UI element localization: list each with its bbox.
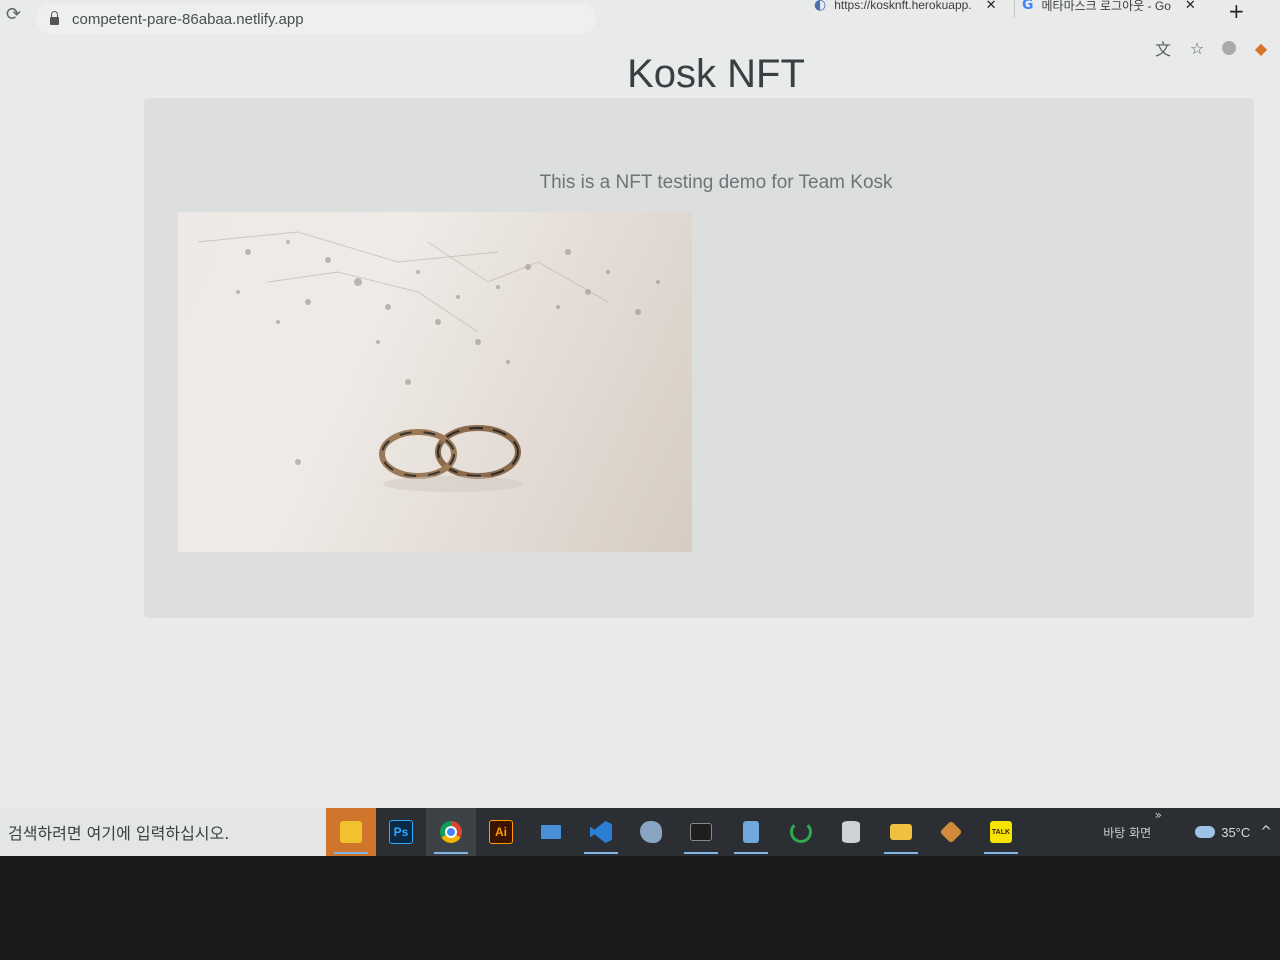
- monitor-bezel: [0, 856, 1280, 960]
- database-icon[interactable]: [826, 808, 876, 856]
- photoshop-icon[interactable]: Ps: [376, 808, 426, 856]
- page-tagline: This is a NFT testing demo for Team Kosk: [539, 172, 893, 193]
- reload-icon[interactable]: ⟳: [6, 4, 21, 25]
- temperature: 35°C: [1221, 824, 1251, 840]
- tray-chevron-up-icon[interactable]: ^: [1260, 824, 1272, 840]
- url-text: competent-pare-86abaa.netlify.app: [72, 10, 304, 28]
- this-pc-icon[interactable]: [526, 808, 576, 856]
- browser-toolbar: ⟳ competent-pare-86abaa.netlify.app 文 ☆ …: [0, 0, 1280, 59]
- cloud-icon: [1195, 826, 1216, 838]
- notepad-icon[interactable]: [726, 808, 776, 856]
- taskbar-search-box[interactable]: 검색하려면 여기에 입력하십시오.: [0, 808, 326, 856]
- windows-taskbar: 검색하려면 여기에 입력하십시오. Ps Ai TALK 바탕 화면 » 35°…: [0, 808, 1280, 856]
- rings-photo-icon: [197, 231, 660, 492]
- weather-widget[interactable]: 35°C: [1195, 825, 1250, 840]
- system-tray: 바탕 화면 » 35°C ^: [1103, 808, 1280, 856]
- page-title: Kosk NFT: [627, 52, 805, 96]
- terminal-icon[interactable]: [676, 808, 726, 856]
- lock-icon: [50, 11, 59, 25]
- file-explorer-icon[interactable]: [876, 808, 926, 856]
- search-placeholder: 검색하려면 여기에 입력하십시오.: [8, 824, 230, 843]
- double-chevron-icon[interactable]: »: [1155, 808, 1162, 822]
- loader-icon[interactable]: [776, 808, 826, 856]
- vscode-icon[interactable]: [576, 808, 626, 856]
- box-app-icon[interactable]: [926, 808, 976, 856]
- taskbar-apps: Ps Ai TALK: [326, 808, 1026, 856]
- chrome-icon[interactable]: [426, 808, 476, 856]
- nft-image: [178, 212, 692, 552]
- address-bar[interactable]: competent-pare-86abaa.netlify.app: [36, 4, 596, 34]
- desktop-toolbar-label[interactable]: 바탕 화면: [1103, 824, 1151, 841]
- sticky-notes-icon[interactable]: [326, 808, 376, 856]
- paint-icon[interactable]: [626, 808, 676, 856]
- kakaotalk-icon[interactable]: TALK: [976, 808, 1026, 856]
- illustrator-icon[interactable]: Ai: [476, 808, 526, 856]
